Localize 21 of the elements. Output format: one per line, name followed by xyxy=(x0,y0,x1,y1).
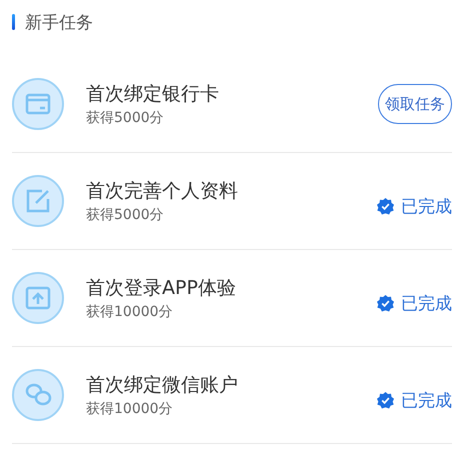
completed-status: 已完成 xyxy=(401,196,452,218)
check-badge-icon xyxy=(376,196,395,216)
claim-task-button[interactable]: 领取任务 xyxy=(378,84,452,124)
task-title: 首次完善个人资料 xyxy=(86,179,239,204)
task-title: 首次绑定微信账户 xyxy=(86,373,239,398)
task-title: 首次绑定银行卡 xyxy=(86,82,220,107)
chat-icon xyxy=(12,369,64,421)
card-icon xyxy=(12,78,64,130)
upload-icon xyxy=(12,272,64,324)
heading-bar xyxy=(12,14,15,30)
completed-status: 已完成 xyxy=(401,390,452,412)
section-title: 新手任务 xyxy=(25,12,93,34)
reward-text: 获得5000分 xyxy=(86,109,165,127)
edit-icon xyxy=(12,175,64,227)
completed-status: 已完成 xyxy=(401,292,452,314)
reward-text: 获得5000分 xyxy=(86,206,165,224)
task-title: 首次登录APP体验 xyxy=(86,276,237,301)
check-badge-icon xyxy=(376,390,395,410)
reward-text: 获得10000分 xyxy=(86,400,174,418)
check-badge-icon xyxy=(376,294,395,312)
reward-text: 获得10000分 xyxy=(86,303,174,321)
